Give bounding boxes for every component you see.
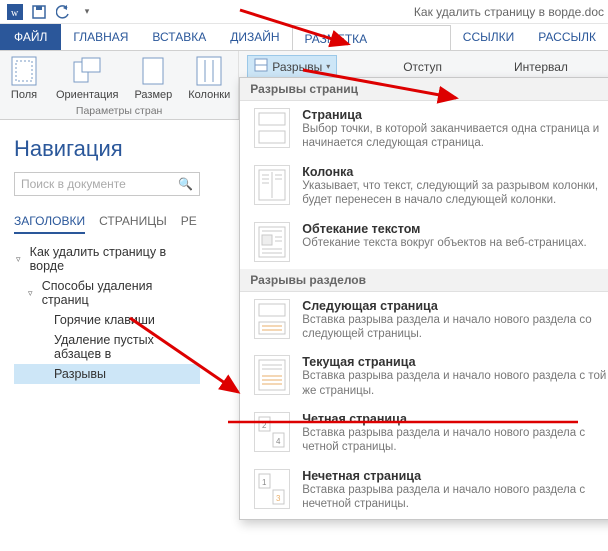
tab-insert[interactable]: ВСТАВКА bbox=[140, 24, 218, 50]
columns-button[interactable]: Колонки bbox=[188, 55, 230, 101]
orientation-label: Ориентация bbox=[56, 89, 118, 101]
gi-desc: Вставка разрыва раздела и начало нового … bbox=[302, 483, 608, 512]
breaks-icon bbox=[254, 58, 268, 75]
navigation-title: Навигация bbox=[14, 136, 200, 162]
page-setup-group: Поля Ориентация Размер Колонки Параметры… bbox=[0, 51, 239, 119]
svg-text:1: 1 bbox=[262, 478, 267, 487]
nav-tab-results[interactable]: РЕ bbox=[181, 214, 197, 234]
nav-tab-pages[interactable]: СТРАНИЦЫ bbox=[99, 214, 167, 234]
ribbon-tabs: ФАЙЛ ГЛАВНАЯ ВСТАВКА ДИЗАЙН РАЗМЕТКА СТР… bbox=[0, 24, 608, 50]
breaks-label: Разрывы bbox=[272, 60, 322, 74]
nav-tabs: ЗАГОЛОВКИ СТРАНИЦЫ РЕ bbox=[14, 214, 200, 234]
search-icon: 🔍 bbox=[178, 177, 193, 191]
orientation-button[interactable]: Ориентация bbox=[56, 55, 118, 101]
page-setup-group-label: Параметры стран bbox=[8, 105, 230, 117]
navigation-pane: Навигация Поиск в документе 🔍 ЗАГОЛОВКИ … bbox=[0, 120, 214, 394]
tree-item-breaks[interactable]: Разрывы bbox=[14, 364, 200, 384]
tree-item-hotkeys[interactable]: Горячие клавиши bbox=[14, 310, 200, 330]
svg-text:2: 2 bbox=[262, 421, 267, 430]
tree-label: Разрывы bbox=[54, 367, 106, 381]
search-placeholder: Поиск в документе bbox=[21, 177, 126, 191]
svg-text:w: w bbox=[11, 8, 19, 19]
svg-text:3: 3 bbox=[276, 494, 281, 503]
gi-desc: Вставка разрыва раздела и начало нового … bbox=[302, 426, 608, 455]
size-label: Размер bbox=[134, 89, 172, 101]
tree-item-empty-paragraphs[interactable]: Удаление пустых абзацев в bbox=[14, 330, 200, 364]
save-icon[interactable] bbox=[28, 1, 50, 23]
margins-icon bbox=[8, 55, 40, 87]
tree-label: Удаление пустых абзацев в bbox=[54, 333, 198, 361]
tab-home[interactable]: ГЛАВНАЯ bbox=[61, 24, 140, 50]
gallery-item-even-page[interactable]: 24 Четная страницаВставка разрыва раздел… bbox=[240, 405, 608, 462]
gi-title: Четная страница bbox=[302, 412, 608, 426]
indent-label: Отступ bbox=[403, 60, 442, 74]
odd-page-section-icon: 13 bbox=[254, 469, 290, 509]
qat-more-icon[interactable]: ▾ bbox=[76, 1, 98, 23]
nav-tab-headings[interactable]: ЗАГОЛОВКИ bbox=[14, 214, 85, 234]
indent-control[interactable]: Отступ bbox=[397, 55, 448, 78]
tree-label: Горячие клавиши bbox=[54, 313, 155, 327]
margins-label: Поля bbox=[11, 89, 37, 101]
size-icon bbox=[137, 55, 169, 87]
content-area: Навигация Поиск в документе 🔍 ЗАГОЛОВКИ … bbox=[0, 120, 608, 394]
columns-label: Колонки bbox=[188, 89, 230, 101]
tree-label: Способы удаления страниц bbox=[42, 279, 198, 307]
caret-down-icon: ▿ bbox=[16, 254, 26, 265]
tab-page-layout[interactable]: РАЗМЕТКА СТРАНИЦЫ bbox=[292, 25, 451, 51]
columns-icon bbox=[193, 55, 225, 87]
even-page-section-icon: 24 bbox=[254, 412, 290, 452]
title-bar: w ▾ Как удалить страницу в ворде.doc bbox=[0, 0, 608, 24]
gallery-item-odd-page[interactable]: 13 Нечетная страницаВставка разрыва разд… bbox=[240, 462, 608, 519]
document-title: Как удалить страницу в ворде.doc bbox=[414, 5, 608, 19]
undo-icon[interactable] bbox=[52, 1, 74, 23]
orientation-icon bbox=[71, 55, 103, 87]
headings-tree: ▿ Как удалить страницу в ворде ▿ Способы у… bbox=[14, 242, 200, 384]
svg-text:4: 4 bbox=[276, 437, 281, 446]
spacing-label: Интервал bbox=[514, 60, 568, 74]
tab-file[interactable]: ФАЙЛ bbox=[0, 24, 61, 50]
tab-design[interactable]: ДИЗАЙН bbox=[218, 24, 291, 50]
gi-title: Нечетная страница bbox=[302, 469, 608, 483]
gallery-section-page-breaks: Разрывы страниц bbox=[240, 78, 608, 101]
tree-item-methods[interactable]: ▿ Способы удаления страниц bbox=[14, 276, 200, 310]
chevron-down-icon: ▾ bbox=[326, 62, 330, 71]
breaks-dropdown[interactable]: Разрывы ▾ bbox=[247, 55, 337, 78]
ribbon: Поля Ориентация Размер Колонки Параметры… bbox=[0, 50, 608, 120]
caret-down-icon: ▿ bbox=[28, 288, 38, 299]
tree-item-root[interactable]: ▿ Как удалить страницу в ворде bbox=[14, 242, 200, 276]
tree-label: Как удалить страницу в ворде bbox=[30, 245, 198, 273]
spacing-control[interactable]: Интервал bbox=[508, 55, 574, 78]
tab-mailings[interactable]: РАССЫЛК bbox=[526, 24, 608, 50]
size-button[interactable]: Размер bbox=[134, 55, 172, 101]
margins-button[interactable]: Поля bbox=[8, 55, 40, 101]
word-app-icon: w bbox=[4, 1, 26, 23]
search-input[interactable]: Поиск в документе 🔍 bbox=[14, 172, 200, 196]
quick-access-toolbar: w ▾ bbox=[0, 1, 102, 23]
tab-references[interactable]: ССЫЛКИ bbox=[451, 24, 526, 50]
